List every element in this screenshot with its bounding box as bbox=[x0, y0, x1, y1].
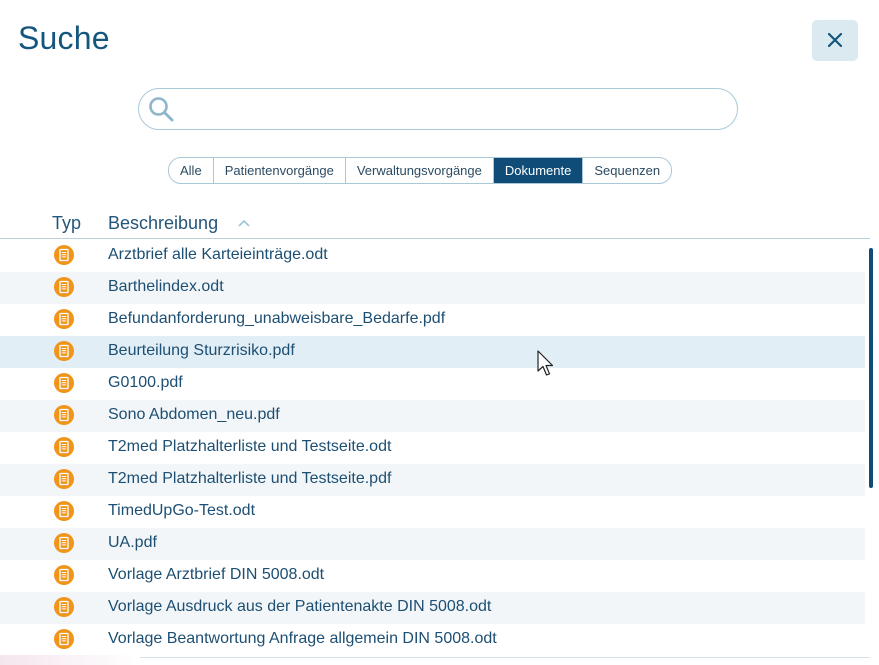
list-item-label: Vorlage Arztbrief DIN 5008.odt bbox=[108, 566, 325, 583]
close-button[interactable] bbox=[812, 20, 858, 61]
filter-tabs: Alle Patientenvorgänge Verwaltungsvorgän… bbox=[168, 157, 673, 184]
list-item[interactable]: Sono Abdomen_neu.pdf bbox=[0, 400, 865, 432]
list-item[interactable]: TimedUpGo-Test.odt bbox=[0, 496, 865, 528]
tab-dokumente[interactable]: Dokumente bbox=[492, 158, 583, 183]
list-item-label: Beurteilung Sturzrisiko.pdf bbox=[108, 342, 295, 359]
search-icon bbox=[149, 97, 174, 122]
tab-alle[interactable]: Alle bbox=[169, 158, 213, 183]
list-item-label: UA.pdf bbox=[108, 534, 157, 551]
document-icon bbox=[54, 469, 74, 489]
list-item-label: Sono Abdomen_neu.pdf bbox=[108, 406, 280, 423]
document-icon bbox=[54, 277, 74, 297]
document-icon bbox=[54, 565, 74, 585]
list-item[interactable]: T2med Platzhalterliste und Testseite.odt bbox=[0, 432, 865, 464]
document-icon bbox=[54, 533, 74, 553]
list-item-label: Vorlage Ausdruck aus der Patientenakte D… bbox=[108, 598, 492, 615]
document-icon bbox=[54, 629, 74, 649]
list-item[interactable]: Vorlage Ausdruck aus der Patientenakte D… bbox=[0, 592, 865, 624]
column-header-beschreibung[interactable]: Beschreibung bbox=[108, 213, 218, 234]
table-header: Typ Beschreibung bbox=[0, 207, 870, 239]
list-item[interactable]: Vorlage Beantwortung Anfrage allgemein D… bbox=[0, 624, 865, 656]
document-icon bbox=[54, 597, 74, 617]
list-item[interactable]: Arztbrief alle Karteieinträge.odt bbox=[0, 240, 865, 272]
tab-verwaltungsvorgaenge[interactable]: Verwaltungsvorgänge bbox=[344, 158, 493, 183]
list-item[interactable]: G0100.pdf bbox=[0, 368, 865, 400]
list-item-label: G0100.pdf bbox=[108, 374, 183, 391]
column-header-typ[interactable]: Typ bbox=[52, 213, 81, 234]
list-item-label: Arztbrief alle Karteieinträge.odt bbox=[108, 246, 328, 263]
document-icon bbox=[54, 373, 74, 393]
sort-ascending-icon[interactable] bbox=[238, 219, 250, 227]
document-icon bbox=[54, 437, 74, 457]
list-item[interactable]: Befundanforderung_unabweisbare_Bedarfe.p… bbox=[0, 304, 865, 336]
document-icon bbox=[54, 405, 74, 425]
background-tint bbox=[0, 655, 140, 665]
document-icon bbox=[54, 245, 74, 265]
list-item[interactable]: UA.pdf bbox=[0, 528, 865, 560]
close-icon bbox=[828, 33, 842, 47]
list-item[interactable]: T2med Platzhalterliste und Testseite.pdf bbox=[0, 464, 865, 496]
document-icon bbox=[54, 341, 74, 361]
list-item-label: Befundanforderung_unabweisbare_Bedarfe.p… bbox=[108, 310, 446, 327]
document-icon bbox=[54, 309, 74, 329]
dialog-title: Suche bbox=[18, 20, 110, 56]
search-box[interactable] bbox=[138, 88, 738, 130]
list-item-label: T2med Platzhalterliste und Testseite.odt bbox=[108, 438, 392, 455]
scrollbar[interactable] bbox=[869, 248, 873, 488]
list-item-label: TimedUpGo-Test.odt bbox=[108, 502, 256, 519]
results-list: Arztbrief alle Karteieinträge.odt Barthel… bbox=[0, 240, 865, 656]
list-item-label: Barthelindex.odt bbox=[108, 278, 224, 295]
list-item-label: T2med Platzhalterliste und Testseite.pdf bbox=[108, 470, 392, 487]
tab-sequenzen[interactable]: Sequenzen bbox=[582, 158, 671, 183]
document-icon bbox=[54, 501, 74, 521]
list-item[interactable]: Beurteilung Sturzrisiko.pdf bbox=[0, 336, 865, 368]
tab-patientenvorgaenge[interactable]: Patientenvorgänge bbox=[212, 158, 345, 183]
search-input[interactable] bbox=[179, 97, 723, 123]
list-item[interactable]: Barthelindex.odt bbox=[0, 272, 865, 304]
list-item-label: Vorlage Beantwortung Anfrage allgemein D… bbox=[108, 630, 497, 647]
mouse-cursor-icon bbox=[537, 350, 554, 376]
list-item[interactable]: Vorlage Arztbrief DIN 5008.odt bbox=[0, 560, 865, 592]
